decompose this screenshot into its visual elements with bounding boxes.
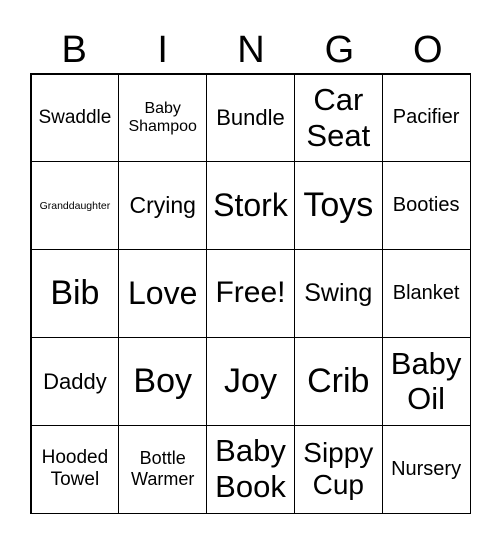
header-letter-g: G (324, 29, 355, 71)
bingo-cell[interactable]: Love (118, 249, 208, 338)
bingo-cell[interactable]: Baby Shampoo (118, 73, 208, 163)
bingo-cell[interactable]: Pacifier (381, 73, 471, 163)
bingo-cell[interactable]: Booties (381, 161, 471, 251)
bingo-cell[interactable]: Joy (206, 336, 295, 426)
bingo-cell[interactable]: Stork (206, 161, 295, 251)
bingo-cell[interactable]: Boy (118, 336, 208, 426)
bingo-cell-free[interactable]: Free! (206, 249, 295, 338)
bingo-cell[interactable]: Daddy (30, 336, 120, 426)
bingo-cell[interactable]: Baby Book (206, 424, 295, 514)
bingo-cell[interactable]: Bundle (206, 73, 295, 163)
bingo-cell[interactable]: Crib (293, 336, 383, 426)
bingo-cell[interactable]: Toys (293, 161, 383, 251)
header-letter-b: B (61, 29, 87, 71)
bingo-cell[interactable]: Hooded Towel (30, 424, 120, 514)
bingo-cell[interactable]: Sippy Cup (293, 424, 383, 514)
bingo-grid: Swaddle Baby Shampoo Bundle Car Seat Pac… (30, 73, 471, 514)
bingo-cell[interactable]: Car Seat (293, 73, 383, 163)
bingo-header: B I N G O (30, 26, 472, 74)
bingo-cell[interactable]: Baby Oil (381, 336, 471, 426)
bingo-cell[interactable]: Granddaughter (30, 161, 120, 251)
bingo-cell[interactable]: Crying (118, 161, 208, 251)
bingo-cell[interactable]: Bottle Warmer (118, 424, 208, 514)
header-letter-o: O (413, 29, 443, 71)
header-letter-i: I (157, 29, 168, 71)
header-letter-n: N (237, 29, 265, 71)
bingo-cell[interactable]: Nursery (381, 424, 471, 514)
bingo-cell[interactable]: Swing (293, 249, 383, 338)
bingo-cell[interactable]: Swaddle (30, 73, 120, 163)
bingo-cell[interactable]: Blanket (381, 249, 471, 338)
bingo-cell[interactable]: Bib (30, 249, 120, 338)
